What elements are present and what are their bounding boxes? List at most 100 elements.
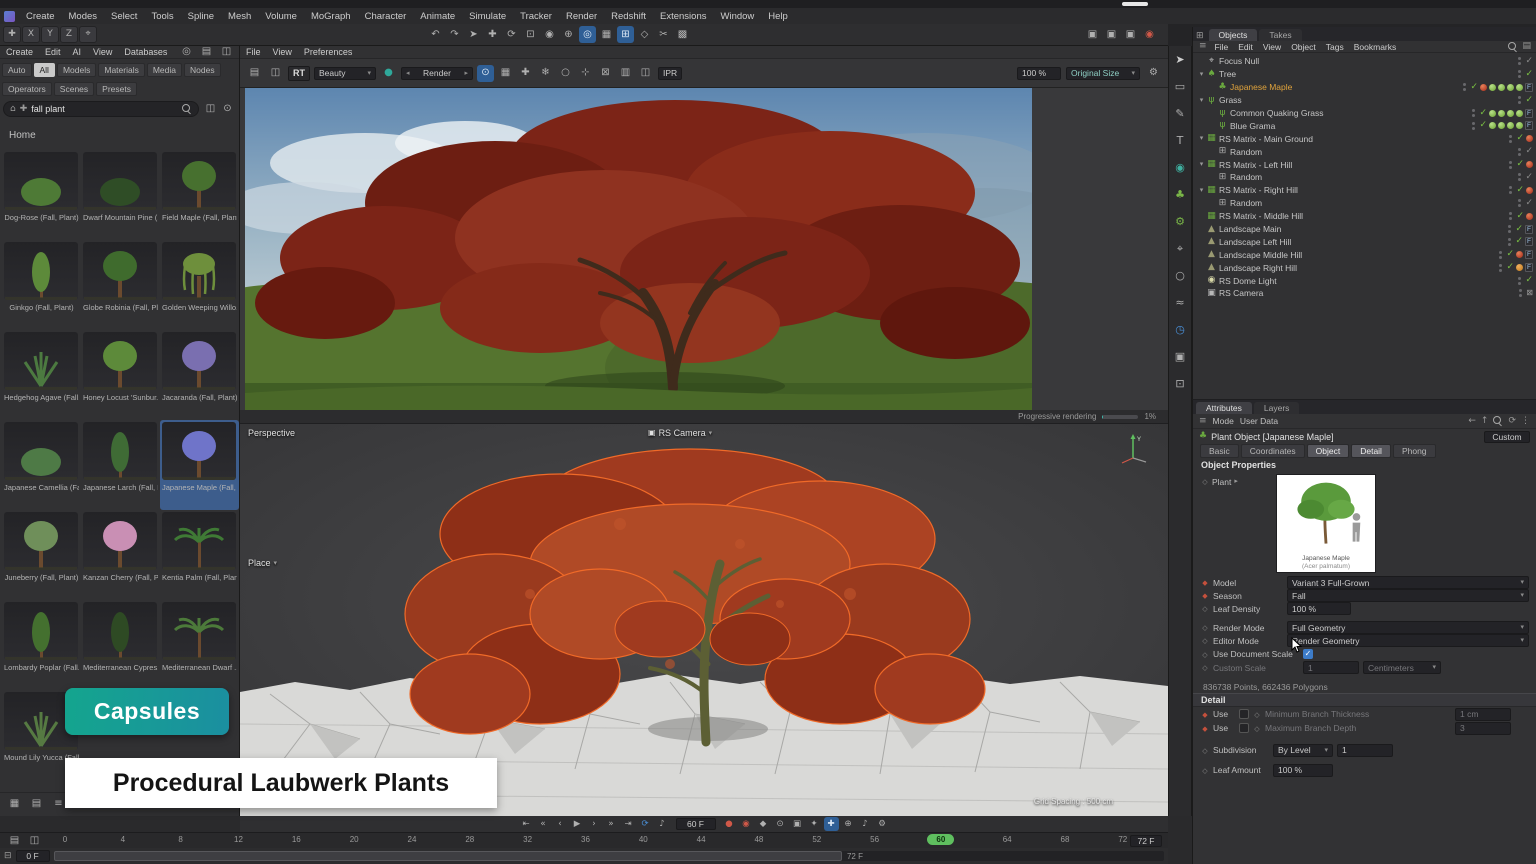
prev-key-icon[interactable]: « — [536, 817, 551, 831]
asset-item[interactable]: Lombardy Poplar (Fall... — [2, 600, 81, 690]
modeling-icon[interactable]: ◉ — [541, 26, 558, 43]
asset-thumbnail[interactable] — [83, 332, 157, 390]
menu-render[interactable]: Render — [559, 10, 604, 23]
menu-mograph[interactable]: MoGraph — [304, 10, 358, 23]
render-view-button[interactable]: ▣ — [1084, 26, 1101, 43]
refresh-icon[interactable]: ⟳ — [1508, 417, 1516, 426]
next-frame-icon[interactable]: › — [587, 817, 602, 831]
menu-modes[interactable]: Modes — [62, 10, 105, 23]
enable-check-icon[interactable]: ✓ — [1525, 96, 1533, 105]
visibility-dots[interactable] — [1509, 161, 1512, 169]
menu-view[interactable]: View — [87, 47, 118, 57]
asset-item[interactable]: Dwarf Mountain Pine (... — [81, 150, 160, 240]
asset-item[interactable]: Globe Robinia (Fall, Pl... — [81, 240, 160, 330]
expand-arrow-icon[interactable]: ▾ — [1197, 97, 1206, 104]
material-swatch[interactable] — [1516, 122, 1523, 129]
attr-tab-basic[interactable]: Basic — [1200, 444, 1239, 458]
sphere-tool-icon[interactable]: ○ — [1171, 266, 1190, 284]
timeline-tick[interactable]: 40 — [638, 835, 648, 846]
field-tag-badge[interactable]: F — [1525, 109, 1533, 118]
om-filter-icon[interactable]: ▤ — [1522, 42, 1531, 52]
end-frame-field[interactable]: 72 F — [1130, 835, 1162, 847]
render-settings-button[interactable]: ▣ — [1122, 26, 1139, 43]
layout-icon[interactable]: ▤ — [198, 44, 215, 61]
asset-tab-auto[interactable]: Auto — [2, 63, 32, 77]
subdivision-mode-dropdown[interactable]: By Level▾ — [1273, 744, 1333, 757]
region-icon[interactable]: ○ — [557, 65, 574, 82]
object-row[interactable]: ▾ψGrass✓ — [1193, 94, 1536, 107]
anim-settings-icon[interactable]: ⚙ — [875, 817, 890, 831]
menu-create[interactable]: Create — [0, 47, 39, 57]
menu-extensions[interactable]: Extensions — [653, 10, 713, 23]
leaf-density-field[interactable]: 100 % — [1287, 602, 1351, 615]
visibility-dots[interactable] — [1519, 289, 1522, 297]
plant-capsule-icon[interactable]: ♣ — [1171, 185, 1190, 203]
pixel-icon[interactable]: ⊹ — [577, 65, 594, 82]
open-image-icon[interactable]: ◫ — [267, 65, 284, 82]
custom-scale-anim-dot[interactable] — [1201, 662, 1209, 673]
material-swatch[interactable] — [1507, 84, 1514, 91]
season-anim-dot[interactable] — [1201, 590, 1209, 601]
material-swatch[interactable] — [1489, 122, 1496, 129]
render-pv-button[interactable]: ▣ — [1103, 26, 1120, 43]
object-row[interactable]: ⊞Random✓ — [1193, 171, 1536, 184]
panel-menu-icon[interactable]: ⊞ — [1196, 32, 1204, 41]
material-swatch[interactable] — [1526, 187, 1533, 194]
search-icon[interactable] — [182, 104, 192, 114]
material-swatch[interactable] — [1516, 264, 1523, 271]
asset-thumbnail[interactable] — [162, 332, 236, 390]
material-swatch[interactable] — [1526, 135, 1533, 142]
attr-tab-object[interactable]: Object — [1307, 444, 1350, 458]
asset-thumbnail[interactable] — [83, 512, 157, 570]
asset-tab-all[interactable]: All — [34, 63, 55, 77]
menu-tags[interactable]: Tags — [1321, 42, 1349, 52]
object-row[interactable]: ⌖Focus Null✓ — [1193, 55, 1536, 68]
material-icon[interactable]: ▩ — [674, 26, 691, 43]
expand-arrow-icon[interactable]: ▾ — [1197, 135, 1206, 142]
range-handle[interactable] — [54, 851, 842, 861]
gear-capsule-icon[interactable]: ⚙ — [1171, 212, 1190, 230]
object-row[interactable]: ▣RS Camera⊠ — [1193, 287, 1536, 300]
menu-simulate[interactable]: Simulate — [462, 10, 513, 23]
subdivision-field[interactable]: 1 — [1337, 744, 1393, 757]
capsule-sphere-icon[interactable]: ◉ — [1171, 158, 1190, 176]
spline-wave-icon[interactable]: ≈ — [1171, 293, 1190, 311]
select-tool-icon[interactable]: ➤ — [465, 26, 482, 43]
timeline-tick[interactable]: 44 — [696, 835, 706, 846]
model-dropdown[interactable]: Variant 3 Full-Grown▾ — [1287, 576, 1529, 589]
menu-spline[interactable]: Spline — [181, 10, 221, 23]
scale-tool-icon[interactable]: ⊡ — [522, 26, 539, 43]
asset-item[interactable]: Hedgehog Agave (Fall... — [2, 330, 81, 420]
timeline-tick[interactable]: 72 — [1118, 835, 1128, 846]
visibility-dots[interactable] — [1508, 225, 1511, 233]
leaf-amount-anim-dot[interactable] — [1201, 765, 1209, 776]
asset-tab-presets[interactable]: Presets — [96, 82, 137, 96]
snap-active-icon[interactable]: ⊞ — [617, 26, 634, 43]
pin-tool-icon[interactable]: ⌖ — [1171, 239, 1190, 257]
goto-start-icon[interactable]: ⇤ — [519, 817, 534, 831]
cube-tool-icon[interactable]: ▣ — [1171, 347, 1190, 365]
timeline-tick[interactable]: 28 — [465, 835, 475, 846]
timeline-tick[interactable]: 8 — [176, 835, 186, 846]
rotate-tool-icon[interactable]: ⟳ — [503, 26, 520, 43]
snap-key-icon[interactable]: ✚ — [824, 817, 839, 831]
viewport-mode-label[interactable]: Perspective — [248, 428, 295, 438]
z-axis-button[interactable]: Z — [60, 26, 78, 43]
editor-mode-dropdown[interactable]: Render Geometry▾ — [1287, 634, 1529, 647]
object-row[interactable]: ψCommon Quaking Grass✓F — [1193, 107, 1536, 120]
render-mode-anim-dot[interactable] — [1201, 622, 1209, 633]
filter-icon[interactable]: ◎ — [178, 44, 195, 61]
menu-animate[interactable]: Animate — [413, 10, 462, 23]
timeline-tick[interactable]: 20 — [349, 835, 359, 846]
layers-icon[interactable]: ◫ — [637, 65, 654, 82]
menu-select[interactable]: Select — [104, 10, 144, 23]
sound-icon[interactable]: ♪ — [655, 817, 670, 831]
visibility-dots[interactable] — [1518, 199, 1521, 207]
pen-tool-icon[interactable]: ✎ — [1171, 104, 1190, 122]
asset-thumbnail[interactable] — [162, 422, 236, 480]
asset-thumbnail[interactable] — [4, 422, 78, 480]
asset-item[interactable]: Japanese Larch (Fall, Pl... — [81, 420, 160, 510]
visibility-dots[interactable] — [1509, 186, 1512, 194]
field-tag-badge[interactable]: F — [1525, 250, 1533, 259]
object-row[interactable]: ψBlue Grama✓F — [1193, 119, 1536, 132]
